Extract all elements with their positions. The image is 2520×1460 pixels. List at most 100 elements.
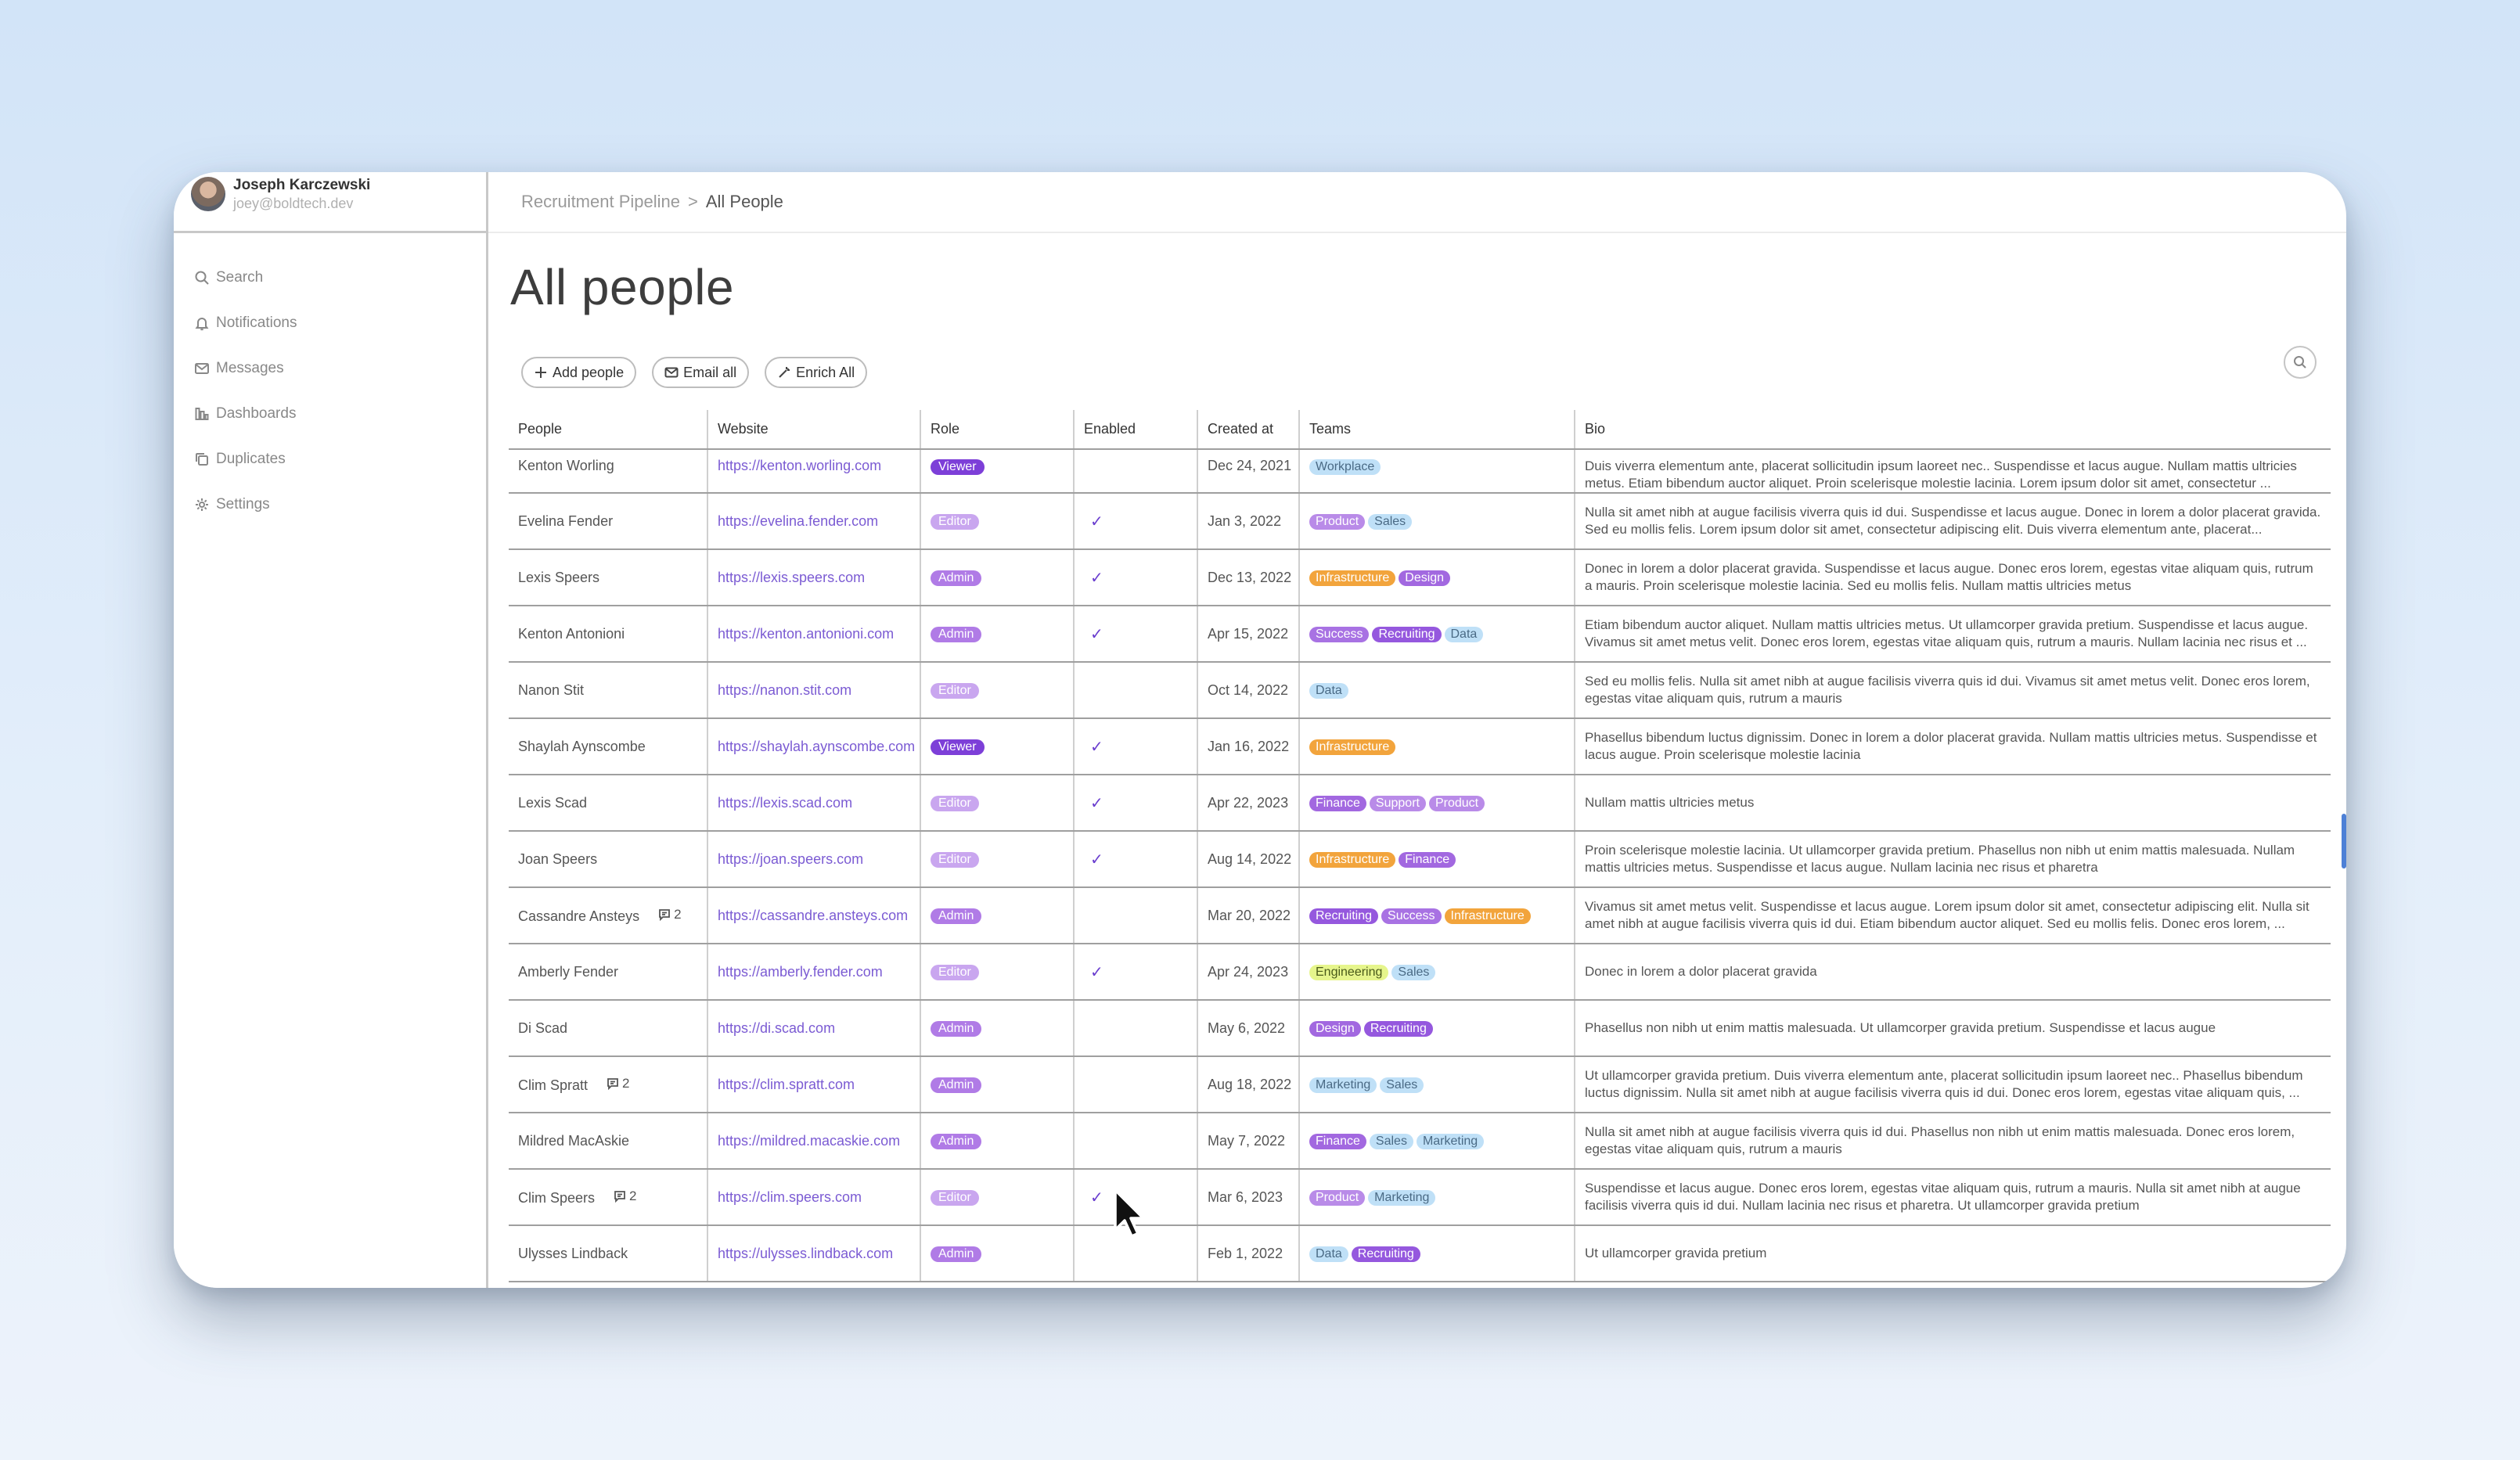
website-link[interactable]: https://di.scad.com [718, 1020, 835, 1036]
team-tag[interactable]: Finance [1309, 796, 1366, 811]
column-header-created-at[interactable]: Created at [1197, 410, 1300, 450]
scrollbar-thumb[interactable] [2342, 814, 2346, 868]
team-tag[interactable]: Marketing [1368, 1190, 1436, 1206]
cell-enabled[interactable]: ✓ [1074, 718, 1198, 775]
cell-bio[interactable]: Donec in lorem a dolor placerat gravida.… [1575, 549, 2331, 606]
team-tag[interactable]: Success [1309, 627, 1370, 642]
cell-website[interactable]: https://nanon.stit.com [707, 662, 921, 719]
cell-teams[interactable]: Finance Support Product [1299, 775, 1575, 832]
cell-bio[interactable]: Ut ullamcorper gravida pretium. Duis viv… [1575, 1056, 2331, 1113]
sidebar-item-search[interactable]: Search [194, 255, 297, 300]
cell-created-at[interactable]: Jan 16, 2022 [1197, 718, 1300, 775]
cell-teams[interactable]: Design Recruiting [1299, 1000, 1575, 1057]
cell-created-at[interactable]: Aug 18, 2022 [1197, 1056, 1300, 1113]
cell-people[interactable]: Kenton Worling [509, 449, 708, 494]
cell-people[interactable]: Clim Speers 2 [509, 1169, 708, 1226]
cell-teams[interactable]: Success Recruiting Data [1299, 606, 1575, 663]
cell-teams[interactable]: Infrastructure Design [1299, 549, 1575, 606]
cell-enabled[interactable]: ✓ [1074, 549, 1198, 606]
cell-role[interactable]: Editor [920, 831, 1075, 888]
table-row[interactable]: Nanon Stit https://nanon.stit.com Editor Oc… [509, 662, 2331, 719]
cell-role[interactable]: Admin [920, 549, 1075, 606]
cell-people[interactable]: Lexis Speers [509, 549, 708, 606]
cell-teams[interactable]: Recruiting Success Infrastructure [1299, 887, 1575, 944]
team-tag[interactable]: Marketing [1309, 1077, 1377, 1093]
cell-role[interactable]: Admin [920, 887, 1075, 944]
cell-role[interactable]: Admin [920, 1225, 1075, 1282]
cell-created-at[interactable]: Oct 14, 2022 [1197, 662, 1300, 719]
cell-bio[interactable]: Phasellus bibendum luctus dignissim. Don… [1575, 718, 2331, 775]
website-link[interactable]: https://evelina.fender.com [718, 513, 878, 529]
team-tag[interactable]: Engineering [1309, 965, 1389, 980]
cell-enabled[interactable] [1074, 662, 1198, 719]
add-people-button[interactable]: Add people [521, 357, 637, 388]
table-row[interactable]: Shaylah Aynscombe https://shaylah.aynscom… [509, 718, 2331, 775]
team-tag[interactable]: Finance [1309, 1134, 1366, 1149]
cell-people[interactable]: Amberly Fender [509, 944, 708, 1001]
cell-teams[interactable]: Infrastructure Finance [1299, 831, 1575, 888]
column-header-enabled[interactable]: Enabled [1074, 410, 1198, 450]
team-tag[interactable]: Product [1309, 1190, 1366, 1206]
cell-enabled[interactable] [1074, 887, 1198, 944]
cell-created-at[interactable]: Mar 6, 2023 [1197, 1169, 1300, 1226]
team-tag[interactable]: Recruiting [1351, 1246, 1420, 1262]
website-link[interactable]: https://nanon.stit.com [718, 682, 851, 698]
cell-website[interactable]: https://amberly.fender.com [707, 944, 921, 1001]
website-link[interactable]: https://clim.speers.com [718, 1189, 862, 1205]
team-tag[interactable]: Product [1428, 796, 1485, 811]
cell-bio[interactable]: Nulla sit amet nibh at augue facilisis v… [1575, 493, 2331, 550]
cell-role[interactable]: Viewer [920, 718, 1075, 775]
team-tag[interactable]: Data [1309, 1246, 1348, 1262]
cell-bio[interactable]: Sed eu mollis felis. Nulla sit amet nibh… [1575, 662, 2331, 719]
team-tag[interactable]: Sales [1368, 514, 1413, 530]
team-tag[interactable]: Support [1369, 796, 1426, 811]
column-header-people[interactable]: People [509, 410, 708, 450]
team-tag[interactable]: Product [1309, 514, 1366, 530]
team-tag[interactable]: Recruiting [1363, 1021, 1433, 1037]
comment-count[interactable]: 2 [658, 907, 682, 922]
table-row[interactable]: Lexis Scad https://lexis.scad.com Editor ✓ A… [509, 775, 2331, 832]
cell-website[interactable]: https://mildred.macaskie.com [707, 1113, 921, 1170]
cell-role[interactable]: Editor [920, 662, 1075, 719]
website-link[interactable]: https://amberly.fender.com [718, 964, 883, 980]
cell-teams[interactable]: Marketing Sales [1299, 1056, 1575, 1113]
team-tag[interactable]: Success [1381, 908, 1442, 924]
cell-created-at[interactable]: Apr 15, 2022 [1197, 606, 1300, 663]
cell-website[interactable]: https://clim.speers.com [707, 1169, 921, 1226]
team-tag[interactable]: Recruiting [1309, 908, 1379, 924]
team-tag[interactable]: Sales [1369, 1134, 1413, 1149]
cell-created-at[interactable]: May 7, 2022 [1197, 1113, 1300, 1170]
cell-teams[interactable]: Finance Sales Marketing [1299, 1113, 1575, 1170]
sidebar-item-notifications[interactable]: Notifications [194, 300, 297, 346]
team-tag[interactable]: Infrastructure [1444, 908, 1531, 924]
cell-created-at[interactable]: Dec 13, 2022 [1197, 549, 1300, 606]
team-tag[interactable]: Infrastructure [1309, 852, 1396, 868]
column-header-teams[interactable]: Teams [1299, 410, 1575, 450]
cell-enabled[interactable]: ✓ [1074, 606, 1198, 663]
cell-teams[interactable]: Data [1299, 662, 1575, 719]
cell-people[interactable]: Cassandre Ansteys 2 [509, 887, 708, 944]
website-link[interactable]: https://kenton.worling.com [718, 458, 881, 473]
website-link[interactable]: https://lexis.scad.com [718, 795, 852, 811]
team-tag[interactable]: Workplace [1309, 459, 1381, 475]
cell-created-at[interactable]: May 6, 2022 [1197, 1000, 1300, 1057]
team-tag[interactable]: Design [1399, 570, 1451, 586]
table-row[interactable]: Joan Speers https://joan.speers.com Editor… [509, 831, 2331, 888]
cell-people[interactable]: Ulysses Lindback [509, 1225, 708, 1282]
cell-role[interactable]: Admin [920, 1113, 1075, 1170]
cell-people[interactable]: Nanon Stit [509, 662, 708, 719]
enrich-all-button[interactable]: Enrich All [765, 357, 868, 388]
cell-people[interactable]: Mildred MacAskie [509, 1113, 708, 1170]
team-tag[interactable]: Recruiting [1372, 627, 1442, 642]
cell-created-at[interactable]: Dec 24, 2021 [1197, 449, 1300, 494]
sidebar-item-dashboards[interactable]: Dashboards [194, 391, 297, 437]
cell-website[interactable]: https://ulysses.lindback.com [707, 1225, 921, 1282]
cell-teams[interactable]: Product Marketing [1299, 1169, 1575, 1226]
table-row[interactable]: Evelina Fender https://evelina.fender.com… [509, 493, 2331, 550]
cell-teams[interactable]: Workplace [1299, 449, 1575, 494]
team-tag[interactable]: Infrastructure [1309, 739, 1396, 755]
cell-website[interactable]: https://shaylah.aynscombe.com [707, 718, 921, 775]
cell-bio[interactable]: Nullam mattis ultricies metus [1575, 775, 2331, 832]
cell-created-at[interactable]: Apr 24, 2023 [1197, 944, 1300, 1001]
table-row[interactable]: Mildred MacAskie https://mildred.macaskie… [509, 1113, 2331, 1170]
